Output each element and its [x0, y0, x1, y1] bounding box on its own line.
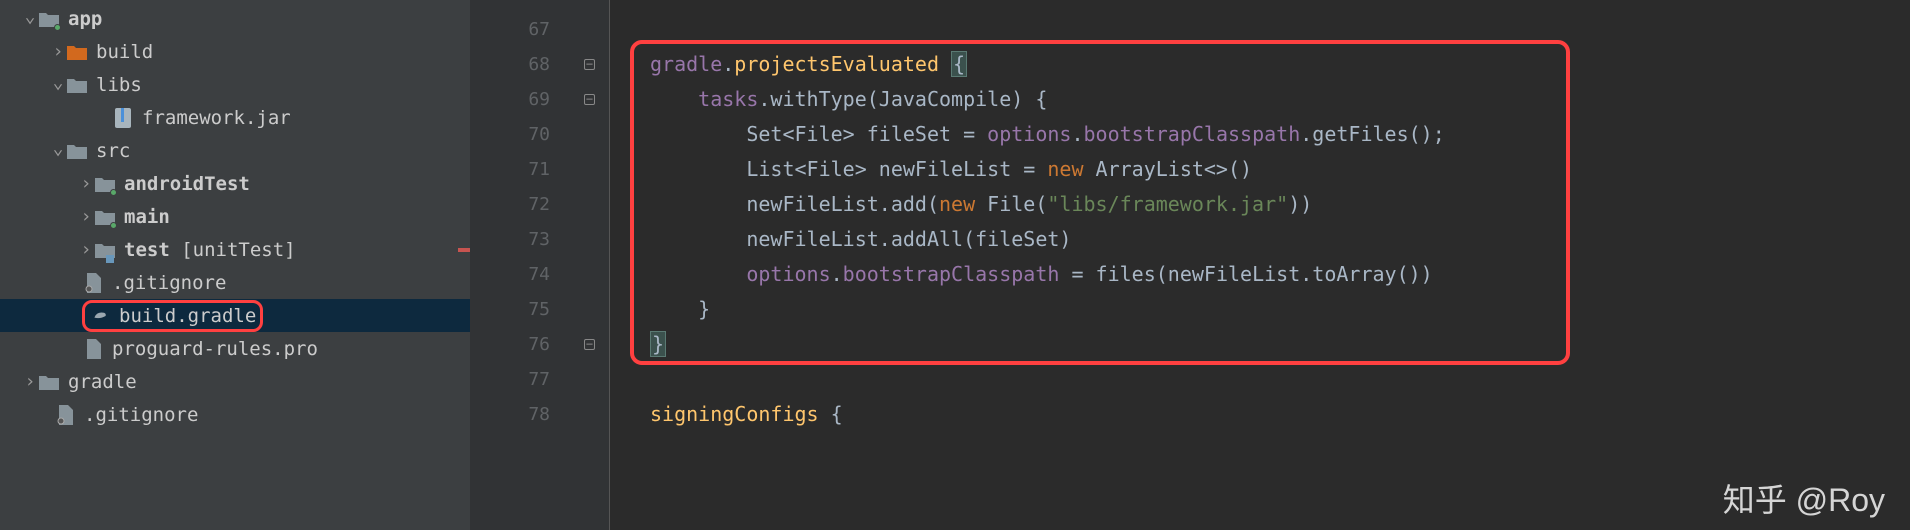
line-number: 74: [470, 257, 550, 292]
tree-item-build-gradle[interactable]: build.gradle: [0, 299, 470, 332]
chevron-right-icon[interactable]: [78, 206, 94, 227]
tree-item-src[interactable]: src: [0, 134, 470, 167]
tree-label: gradle: [68, 371, 137, 393]
file-icon: [82, 272, 104, 294]
folder-icon: [66, 140, 88, 162]
fold-toggle-icon[interactable]: −: [584, 59, 595, 70]
fold-toggle-icon[interactable]: −: [584, 94, 595, 105]
chevron-right-icon[interactable]: [78, 173, 94, 194]
line-number: 77: [470, 362, 550, 397]
fold-column[interactable]: − − −: [570, 0, 610, 530]
folder-icon: [94, 206, 116, 228]
line-number: 67: [470, 12, 550, 47]
line-number: 76: [470, 327, 550, 362]
chevron-right-icon[interactable]: [78, 239, 94, 260]
file-icon: [54, 404, 76, 426]
tree-label: build: [96, 41, 153, 63]
line-number: 72: [470, 187, 550, 222]
code-editor[interactable]: 67 68 69 70 71 72 73 74 75 76 77 78 − − …: [470, 0, 1910, 530]
tree-item-framework-jar[interactable]: framework.jar: [0, 101, 470, 134]
tree-label: app: [68, 8, 102, 30]
line-number: 70: [470, 117, 550, 152]
tree-label: androidTest: [124, 173, 250, 195]
tree-item-main[interactable]: main: [0, 200, 470, 233]
line-gutter: 67 68 69 70 71 72 73 74 75 76 77 78: [470, 0, 570, 530]
folder-icon: [66, 41, 88, 63]
watermark: 知乎 @Roy: [1723, 483, 1885, 518]
chevron-down-icon[interactable]: [22, 8, 38, 29]
tree-label: libs: [96, 74, 142, 96]
project-tree[interactable]: app build libs framework.jar src android…: [0, 0, 470, 530]
folder-icon: [38, 8, 60, 30]
tree-item-build[interactable]: build: [0, 35, 470, 68]
tree-label: framework.jar: [142, 107, 291, 129]
line-number: 73: [470, 222, 550, 257]
line-number: 75: [470, 292, 550, 327]
tree-label: test [unitTest]: [124, 239, 296, 261]
tree-label: build.gradle: [119, 305, 256, 327]
tree-item-androidtest[interactable]: androidTest: [0, 167, 470, 200]
tree-item-proguard[interactable]: proguard-rules.pro: [0, 332, 470, 365]
gradle-icon: [89, 305, 111, 327]
tree-item-gitignore[interactable]: .gitignore: [0, 266, 470, 299]
line-number: 69: [470, 82, 550, 117]
chevron-down-icon[interactable]: [50, 74, 66, 95]
code-content[interactable]: gradle.projectsEvaluated { tasks.withTyp…: [610, 0, 1910, 530]
tree-label: .gitignore: [112, 272, 226, 294]
tree-item-libs[interactable]: libs: [0, 68, 470, 101]
tree-item-gradle[interactable]: gradle: [0, 365, 470, 398]
modified-marker: [458, 248, 470, 252]
tree-label: main: [124, 206, 170, 228]
file-icon: [82, 338, 104, 360]
tree-label: .gitignore: [84, 404, 198, 426]
tree-item-gitignore-2[interactable]: .gitignore: [0, 398, 470, 431]
chevron-right-icon[interactable]: [22, 371, 38, 392]
tree-item-test[interactable]: test [unitTest]: [0, 233, 470, 266]
folder-icon: [94, 173, 116, 195]
chevron-down-icon[interactable]: [50, 140, 66, 161]
tree-label: proguard-rules.pro: [112, 338, 318, 360]
line-number: 68: [470, 47, 550, 82]
folder-icon: [38, 371, 60, 393]
line-number: 78: [470, 397, 550, 432]
tree-item-app[interactable]: app: [0, 2, 470, 35]
archive-icon: [112, 107, 134, 129]
fold-end-icon[interactable]: −: [584, 339, 595, 350]
folder-icon: [94, 239, 116, 261]
tree-label: src: [96, 140, 130, 162]
folder-icon: [66, 74, 88, 96]
line-number: 71: [470, 152, 550, 187]
chevron-right-icon[interactable]: [50, 41, 66, 62]
